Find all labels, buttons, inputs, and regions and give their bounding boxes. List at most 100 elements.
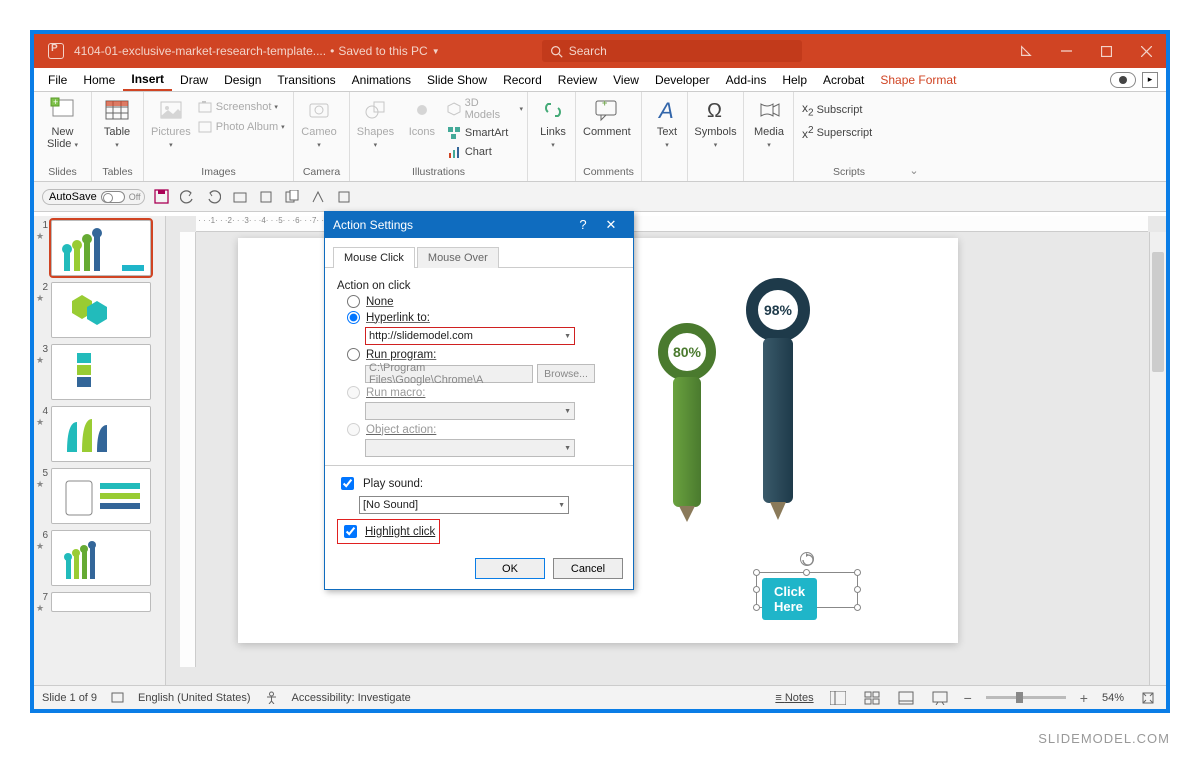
cameo-button[interactable]: Cameo▾ xyxy=(298,94,340,152)
accessibility-icon[interactable] xyxy=(265,691,278,704)
language-label[interactable]: English (United States) xyxy=(138,692,251,704)
tab-addins[interactable]: Add-ins xyxy=(718,70,775,90)
thumb-5[interactable]: 5★ xyxy=(36,468,163,524)
checkbox-highlight-click[interactable] xyxy=(344,525,357,538)
zoom-percent[interactable]: 54% xyxy=(1102,692,1124,704)
search-box[interactable]: Search xyxy=(542,40,802,62)
hyperlink-value[interactable]: http://slidemodel.com▼ xyxy=(365,327,575,345)
object-action-dropdown: ▼ xyxy=(365,439,575,457)
minimize-button[interactable] xyxy=(1046,34,1086,68)
notes-button[interactable]: ≡ Notes xyxy=(775,692,813,704)
watermark: SLIDEMODEL.COM xyxy=(30,731,1170,746)
autosave-toggle[interactable]: AutoSaveOff xyxy=(42,189,145,205)
thumb-4[interactable]: 4★ xyxy=(36,406,163,462)
table-button[interactable]: Table▾ xyxy=(96,94,138,152)
subscript-button[interactable]: x2 Subscript xyxy=(802,100,872,119)
chevron-down-icon[interactable]: ▼ xyxy=(432,47,440,56)
qat-icon[interactable] xyxy=(309,188,327,206)
tab-developer[interactable]: Developer xyxy=(647,70,718,90)
tab-shape-format[interactable]: Shape Format xyxy=(872,70,964,90)
tab-view[interactable]: View xyxy=(605,70,647,90)
shapes-button[interactable]: Shapes▾ xyxy=(354,94,397,152)
section-label: Action on click xyxy=(337,280,621,292)
symbols-button[interactable]: ΩSymbols▾ xyxy=(692,94,739,152)
thumb-3[interactable]: 3★ xyxy=(36,344,163,400)
vertical-scrollbar[interactable] xyxy=(1149,232,1166,685)
comment-button[interactable]: +Comment xyxy=(580,94,634,140)
tab-draw[interactable]: Draw xyxy=(172,70,216,90)
view-sorter-icon[interactable] xyxy=(862,690,882,706)
new-slide-button[interactable]: +New Slide ▾ xyxy=(38,94,87,152)
group-illus-label: Illustrations xyxy=(354,164,523,181)
qat-icon[interactable] xyxy=(283,188,301,206)
close-button[interactable] xyxy=(1126,34,1166,68)
3d-models-button[interactable]: 3D Models ▾ xyxy=(447,96,523,122)
radio-hyperlink[interactable] xyxy=(347,311,360,324)
label-run-macro: Run macro: xyxy=(366,387,425,399)
radio-run-program[interactable] xyxy=(347,348,360,361)
undo-icon[interactable] xyxy=(179,188,197,206)
tab-animations[interactable]: Animations xyxy=(344,70,419,90)
tab-file[interactable]: File xyxy=(40,70,75,90)
ribbon-collapse-button[interactable]: ▸ xyxy=(1142,72,1158,88)
text-button[interactable]: AText▾ xyxy=(646,94,688,152)
thumb-7[interactable]: 7★ xyxy=(36,592,163,614)
links-button[interactable]: Links▾ xyxy=(532,94,574,152)
icons-button[interactable]: Icons xyxy=(401,94,443,140)
browse-button: Browse... xyxy=(537,364,595,383)
qat-icon[interactable] xyxy=(257,188,275,206)
tab-transitions[interactable]: Transitions xyxy=(269,70,343,90)
label-none: None xyxy=(366,296,394,308)
tab-help[interactable]: Help xyxy=(774,70,815,90)
thumb-2[interactable]: 2★ xyxy=(36,282,163,338)
tab-record[interactable]: Record xyxy=(495,70,550,90)
svg-text:A: A xyxy=(657,98,674,122)
tab-slideshow[interactable]: Slide Show xyxy=(419,70,495,90)
fit-window-icon[interactable] xyxy=(1138,690,1158,706)
radio-none[interactable] xyxy=(347,295,360,308)
sound-dropdown[interactable]: [No Sound]▼ xyxy=(359,496,569,514)
checkbox-play-sound[interactable] xyxy=(341,477,354,490)
qat-icon[interactable] xyxy=(335,188,353,206)
thumb-1[interactable]: 1★ xyxy=(36,220,163,276)
maximize-button[interactable] xyxy=(1086,34,1126,68)
photo-album-button[interactable]: Photo Album ▾ xyxy=(198,118,285,135)
click-here-shape[interactable]: Click Here xyxy=(762,578,817,620)
zoom-slider[interactable] xyxy=(986,696,1066,699)
view-slideshow-icon[interactable] xyxy=(930,690,950,706)
media-button[interactable]: Media▾ xyxy=(748,94,790,152)
label-run-program: Run program: xyxy=(366,349,436,361)
redo-icon[interactable] xyxy=(205,188,223,206)
mic-icon[interactable] xyxy=(1006,34,1046,68)
qat-icon[interactable] xyxy=(231,188,249,206)
label-play-sound: Play sound: xyxy=(363,478,423,490)
rotate-handle-icon[interactable] xyxy=(800,552,814,566)
smartart-button[interactable]: SmartArt xyxy=(447,124,523,141)
radio-object-action xyxy=(347,423,360,436)
tab-home[interactable]: Home xyxy=(75,70,123,90)
view-reading-icon[interactable] xyxy=(896,690,916,706)
thumb-6[interactable]: 6★ xyxy=(36,530,163,586)
pictures-button[interactable]: Pictures▾ xyxy=(148,94,194,152)
tab-acrobat[interactable]: Acrobat xyxy=(815,70,872,90)
chart-button[interactable]: Chart xyxy=(447,143,523,160)
screenshot-button[interactable]: Screenshot ▾ xyxy=(198,98,285,115)
tab-mouse-over[interactable]: Mouse Over xyxy=(417,247,499,268)
dialog-help-icon[interactable]: ? xyxy=(569,217,597,233)
dialog-titlebar[interactable]: Action Settings ? ✕ xyxy=(325,212,633,238)
save-icon[interactable] xyxy=(153,188,171,206)
ok-button[interactable]: OK xyxy=(475,558,545,579)
group-camera-label: Camera xyxy=(298,164,345,181)
record-indicator[interactable] xyxy=(1110,72,1136,88)
ribbon-expand-icon[interactable]: ⌄ xyxy=(904,92,924,181)
tab-mouse-click[interactable]: Mouse Click xyxy=(333,247,415,268)
dialog-close-icon[interactable]: ✕ xyxy=(597,217,625,233)
superscript-button[interactable]: x2 Superscript xyxy=(802,124,872,142)
tab-review[interactable]: Review xyxy=(550,70,605,90)
tab-insert[interactable]: Insert xyxy=(123,69,172,91)
accessibility-label[interactable]: Accessibility: Investigate xyxy=(292,692,411,704)
cancel-button[interactable]: Cancel xyxy=(553,558,623,579)
lang-icon[interactable] xyxy=(111,691,124,704)
view-normal-icon[interactable] xyxy=(828,690,848,706)
tab-design[interactable]: Design xyxy=(216,70,269,90)
